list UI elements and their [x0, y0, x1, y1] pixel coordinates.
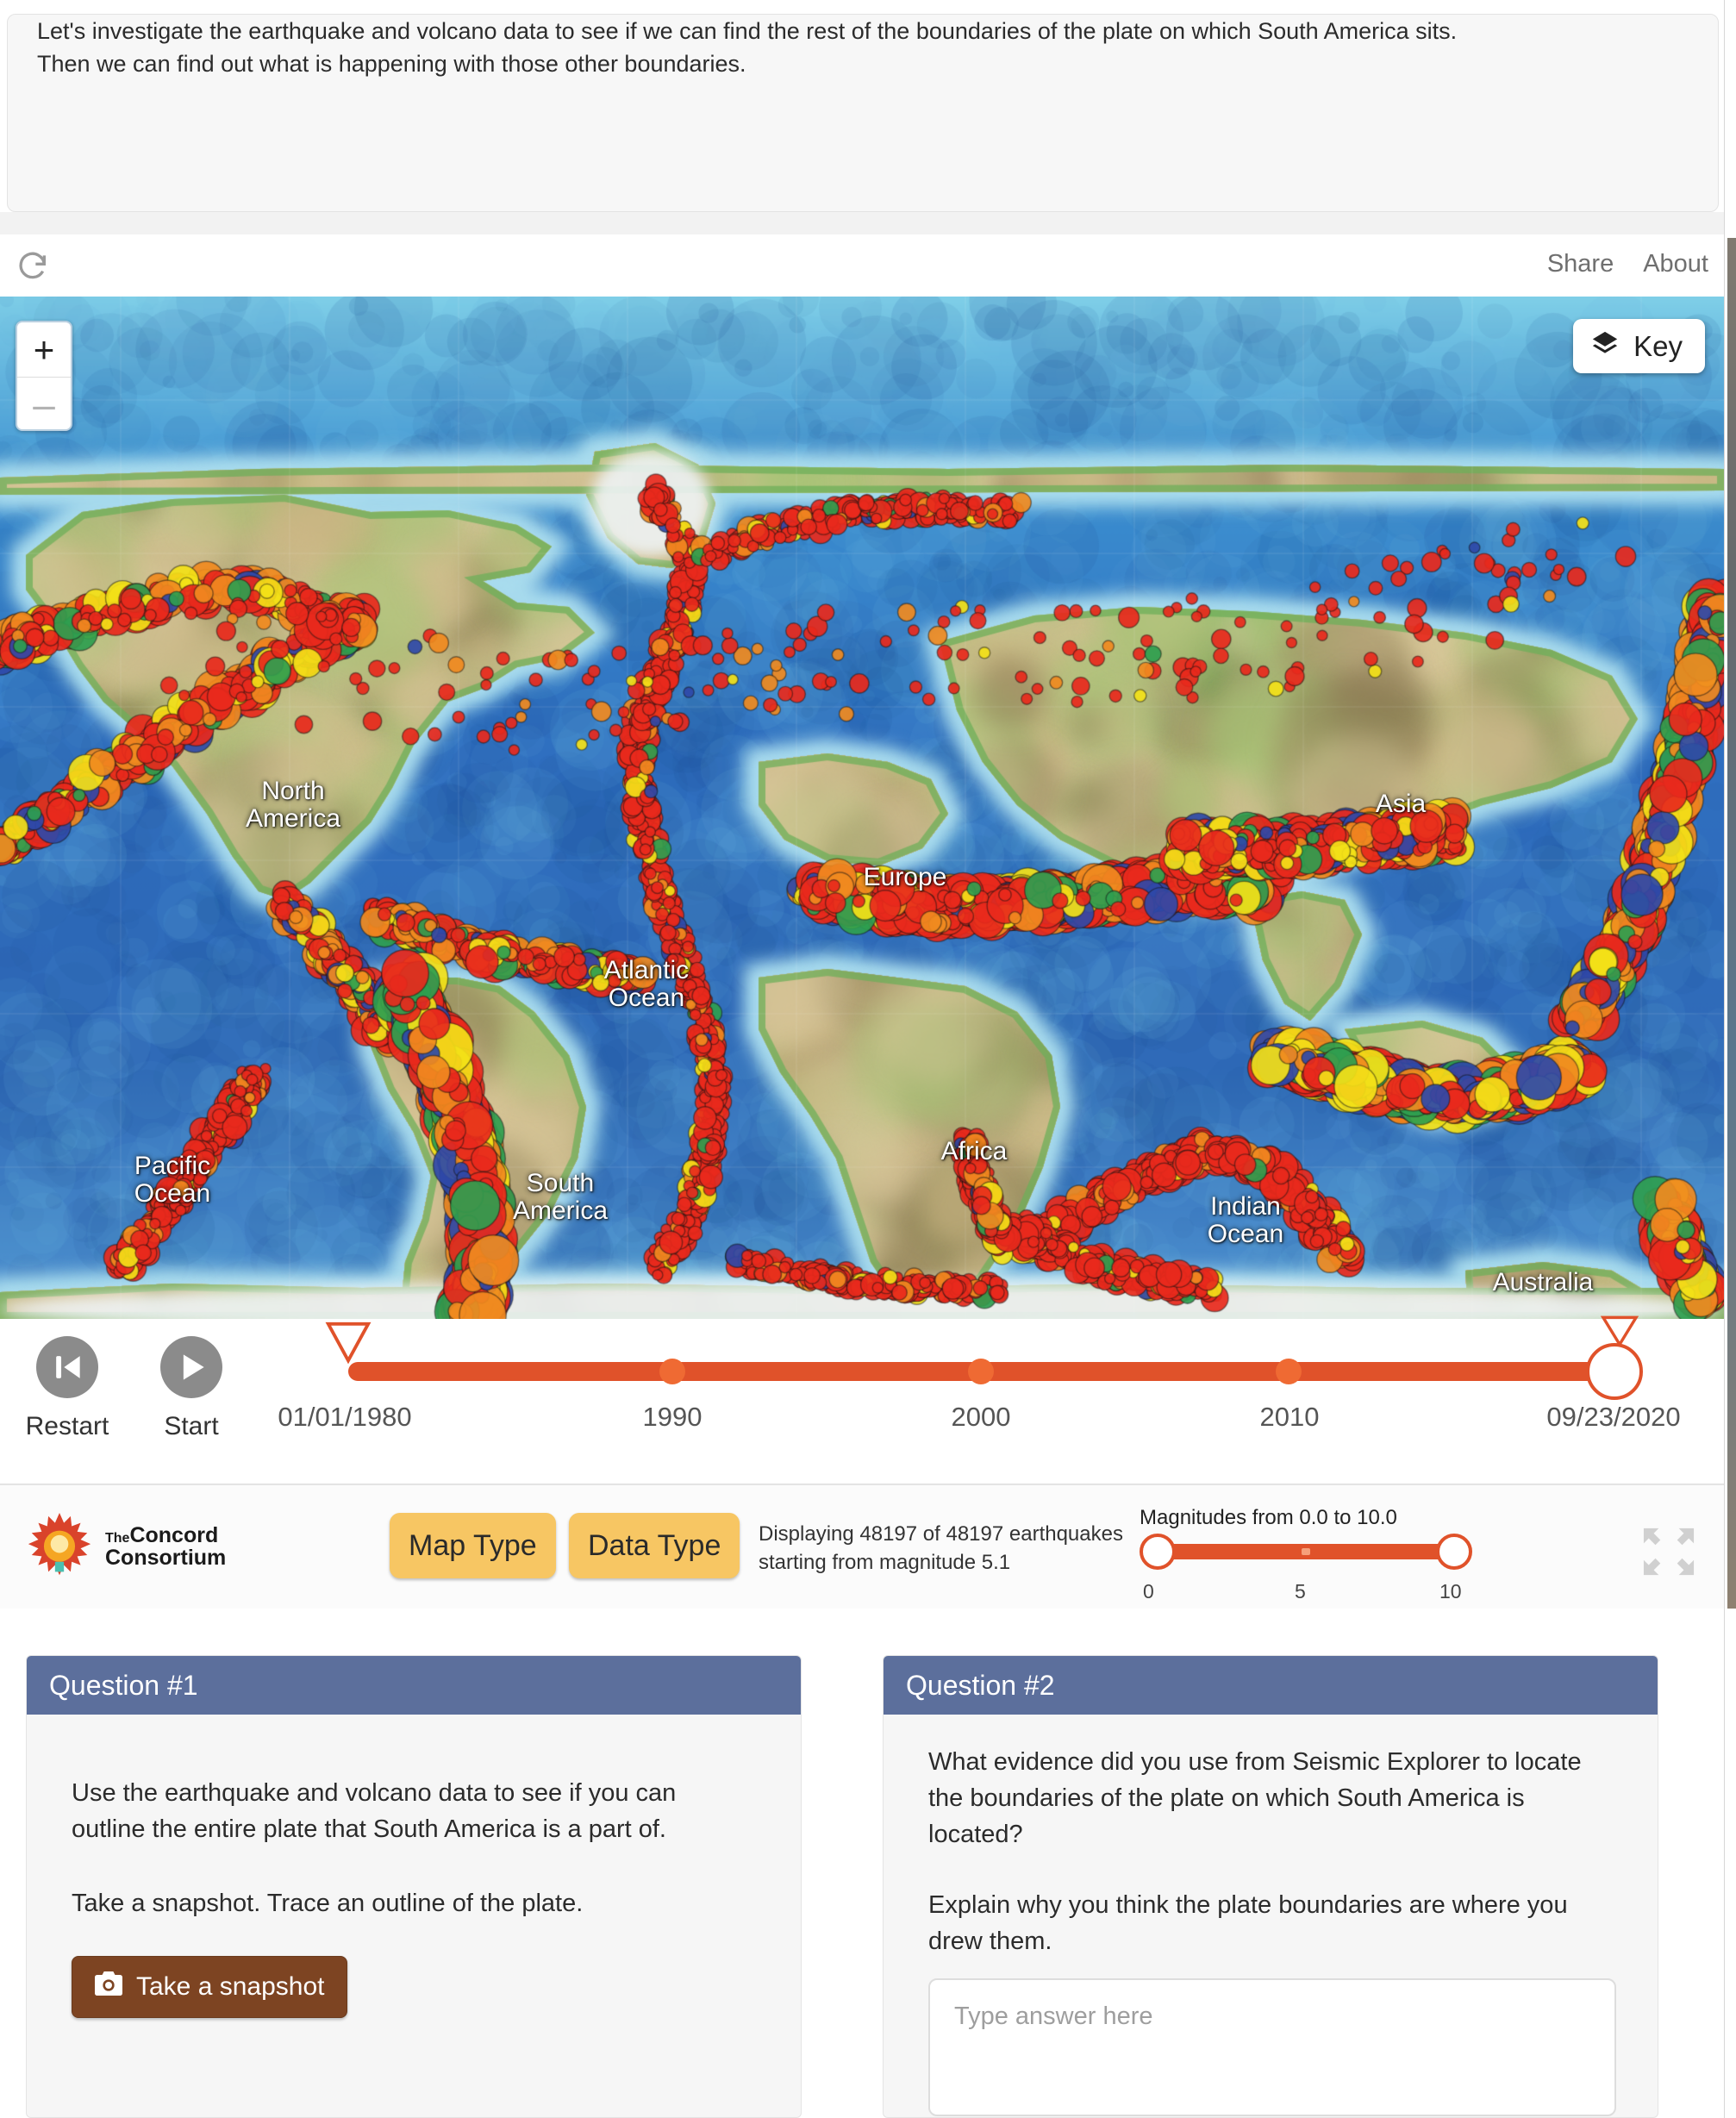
restart-label: Restart [25, 1412, 109, 1440]
question-1-header: Question #1 [27, 1656, 801, 1715]
questions-row: Question #1 Use the earthquake and volca… [0, 1638, 1724, 2118]
timeline-controls[interactable]: Restart Start 01/01/1980 1990 2000 2010 … [0, 1315, 1724, 1484]
zoom-out-button[interactable]: – [17, 377, 71, 429]
key-button-label: Key [1633, 329, 1683, 362]
status-line-2: starting from magnitude 5.1 [759, 1551, 1011, 1575]
timeline-dot-2000 [968, 1359, 994, 1384]
status-line-1: Displaying 48197 of 48197 earthquakes [759, 1522, 1123, 1546]
logo-the: The [105, 1531, 130, 1546]
question-card-1: Question #1 Use the earthquake and volca… [26, 1655, 802, 2118]
restart-button[interactable] [36, 1336, 98, 1398]
layers-icon [1590, 329, 1620, 363]
magnitude-filter-label: Magnitudes from 0.0 to 10.0 [1140, 1506, 1397, 1529]
timeline-tick-start: 01/01/1980 [278, 1402, 412, 1432]
map-type-button[interactable]: Map Type [390, 1513, 556, 1578]
adjacent-panel-strip [1727, 238, 1736, 1609]
earthquake-count-status: Displaying 48197 of 48197 earthquakes st… [759, 1520, 1129, 1577]
answer-textarea[interactable] [928, 1978, 1616, 2117]
timeline-dot-2010 [1276, 1359, 1302, 1384]
logo-line2: Consortium [105, 1546, 227, 1571]
magnitude-min-handle[interactable] [1140, 1534, 1176, 1570]
key-button[interactable]: Key [1573, 319, 1705, 373]
question-2-paragraph-1: What evidence did you use from Seismic E… [928, 1748, 1582, 1849]
magnitude-slider-midpoint [1302, 1548, 1310, 1555]
seismic-explorer-topbar: Share About [0, 234, 1724, 297]
timeline-tick-end: 09/23/2020 [1546, 1402, 1681, 1432]
timeline-dot-1990 [659, 1359, 685, 1384]
page-background-band [0, 212, 1736, 234]
intro-paragraph-2: Then we can find out what is happening w… [37, 51, 746, 78]
logo-line1: Concord [129, 1523, 219, 1548]
about-link[interactable]: About [1643, 250, 1708, 278]
take-a-snapshot-label: Take a snapshot [136, 1972, 325, 2002]
timeline-tick-2000: 2000 [951, 1402, 1011, 1432]
seismic-explorer-widget[interactable]: Share About + – Key North America Asia Eur… [0, 234, 1724, 1609]
magnitude-tick-0: 0 [1143, 1580, 1154, 1603]
map-canvas[interactable] [0, 297, 1724, 1319]
zoom-controls[interactable]: + – [16, 321, 72, 431]
timeline-tick-2010: 2010 [1259, 1402, 1320, 1432]
seismic-explorer-bottom-bar: TheConcord Consortium Map Type Data Type… [0, 1484, 1724, 1609]
timeline-tick-1990: 1990 [642, 1402, 703, 1432]
intro-paragraph-1: Let's investigate the earthquake and vol… [37, 18, 1458, 44]
question-card-2: Question #2 What evidence did you use fr… [883, 1655, 1658, 2118]
question-2-body: What evidence did you use from Seismic E… [884, 1715, 1658, 2117]
question-2-paragraph-2: Explain why you think the plate boundari… [928, 1891, 1568, 1956]
share-link[interactable]: Share [1547, 250, 1614, 278]
magnitude-tick-5: 5 [1295, 1580, 1306, 1603]
world-map[interactable]: + – Key North America Asia Europe Atlantic … [0, 297, 1724, 1319]
lightbulb-icon [28, 1513, 91, 1576]
start-label: Start [164, 1412, 219, 1440]
intro-card: Let's investigate the earthquake and vol… [7, 14, 1719, 212]
timeline-end-marker [1597, 1314, 1642, 1359]
magnitude-max-handle[interactable] [1436, 1534, 1472, 1570]
data-type-button[interactable]: Data Type [569, 1513, 740, 1578]
fullscreen-icon[interactable] [1638, 1525, 1700, 1578]
magnitude-slider-track[interactable]: 0 5 10 [1140, 1534, 1472, 1603]
question-1-paragraph-2: Take a snapshot. Trace an outline of the… [72, 1890, 584, 1918]
seismic-explorer-links: Share About [1547, 250, 1708, 278]
magnitude-tick-10: 10 [1439, 1580, 1462, 1603]
concord-consortium-logo: TheConcord Consortium [26, 1513, 226, 1582]
refresh-icon[interactable] [16, 248, 50, 283]
question-1-body: Use the earthquake and volcano data to s… [27, 1715, 801, 2019]
take-a-snapshot-button[interactable]: Take a snapshot [72, 1956, 348, 2019]
zoom-in-button[interactable]: + [17, 322, 71, 377]
camera-icon [95, 1971, 122, 2002]
question-1-paragraph-1: Use the earthquake and volcano data to s… [72, 1779, 677, 1844]
question-2-header: Question #2 [884, 1656, 1658, 1715]
magnitude-filter[interactable]: Magnitudes from 0.0 to 10.0 0 5 10 [1140, 1506, 1484, 1603]
start-button[interactable] [160, 1336, 222, 1398]
